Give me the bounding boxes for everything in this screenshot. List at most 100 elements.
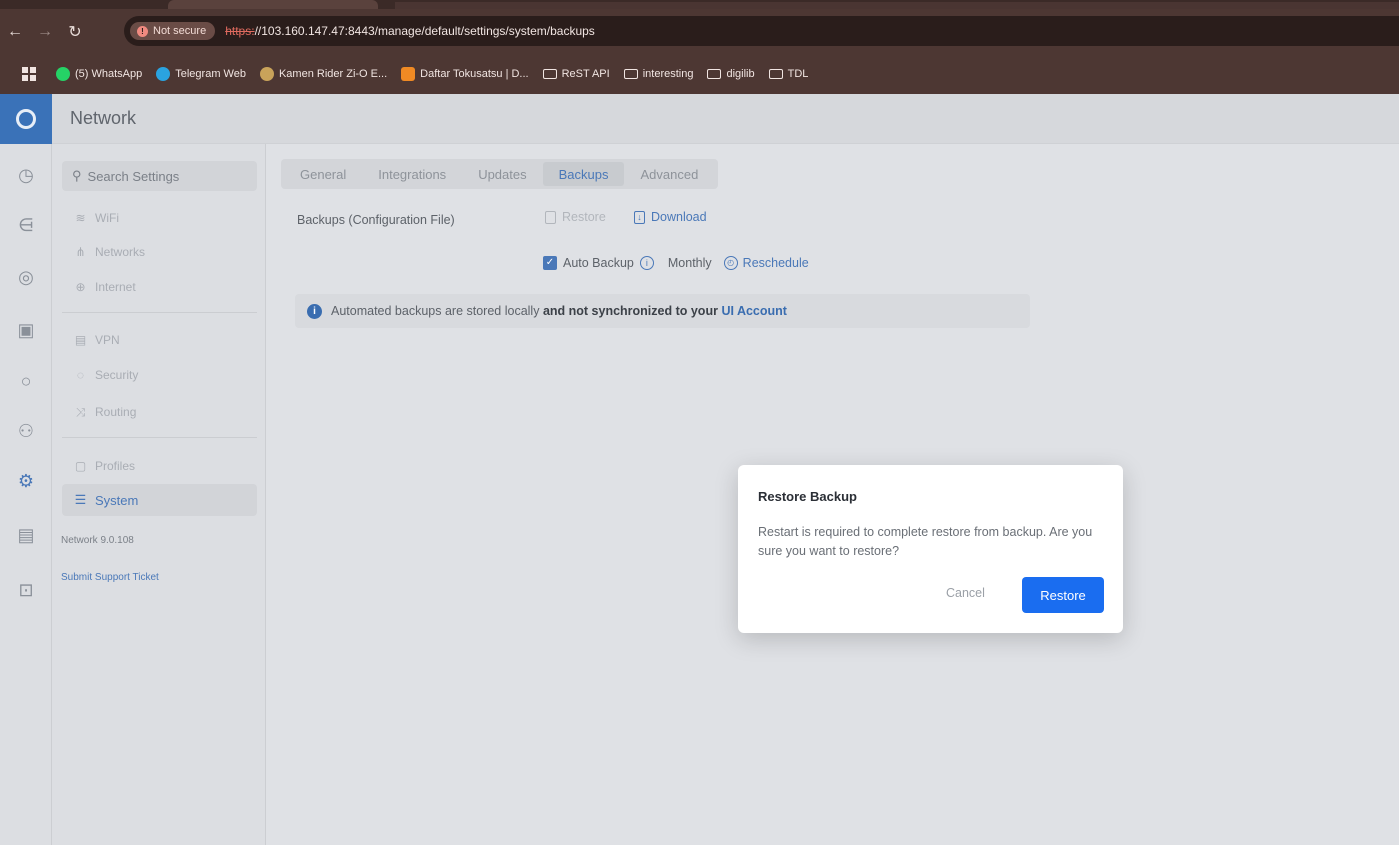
- clients-icon[interactable]: ▣: [15, 319, 37, 341]
- download-icon: ↓: [634, 210, 645, 224]
- logs-icon[interactable]: ▤: [15, 524, 37, 546]
- sidebar-item-label: Security: [95, 368, 139, 382]
- bookmark-telegram[interactable]: Telegram Web: [156, 67, 246, 81]
- dialog-message: Restart is required to complete restore …: [758, 525, 1093, 558]
- cancel-button[interactable]: Cancel: [946, 586, 985, 600]
- sidebar-item-label: Profiles: [95, 459, 136, 473]
- routing-icon: ⤨: [75, 404, 86, 419]
- settings-tabs: General Integrations Updates Backups Adv…: [281, 159, 718, 189]
- search-icon: ⚲: [72, 168, 82, 183]
- info-icon[interactable]: i: [639, 256, 654, 270]
- file-icon: [545, 210, 556, 224]
- reload-icon[interactable]: ↻: [60, 22, 90, 42]
- reschedule-button[interactable]: ◴ Reschedule: [723, 256, 809, 270]
- settings-sidebar: ⚲ Search Settings ≋ WiFi ⋔ Networks ⊕ Inter…: [52, 144, 266, 845]
- sidebar-item-label: WiFi: [95, 211, 119, 225]
- shield-icon: ◌: [76, 368, 85, 382]
- tab-advanced[interactable]: Advanced: [624, 162, 714, 186]
- tab-general[interactable]: General: [284, 162, 362, 186]
- browser-tab[interactable]: [168, 0, 378, 9]
- notice-text-bold: and not synchronized to your: [542, 304, 718, 318]
- security-indicator[interactable]: ! Not secure: [130, 22, 216, 40]
- url-path: //103.160.147.47:8443/manage/default/set…: [254, 24, 595, 38]
- search-placeholder: Search Settings: [87, 168, 180, 184]
- sidebar-item-networks[interactable]: ⋔ Networks: [62, 236, 257, 268]
- settings-gear-icon[interactable]: ⚙: [15, 470, 37, 492]
- submit-support-ticket-link[interactable]: Submit Support Ticket: [61, 572, 159, 583]
- app-nav-rail: ◷ ⋳ ◎ ▣ ○ ⚇ ⚙ ▤ ⊡: [0, 144, 52, 845]
- reschedule-label: Reschedule: [742, 256, 809, 270]
- bookmark-folder-rest-api[interactable]: ReST API: [542, 68, 610, 80]
- bookmark-label: Kamen Rider Zi-O E...: [278, 68, 388, 80]
- tab-updates[interactable]: Updates: [462, 162, 542, 186]
- forward-arrow-icon[interactable]: →: [30, 23, 60, 41]
- bookmark-folder-interesting[interactable]: interesting: [623, 68, 694, 80]
- restore-backup-dialog: Restore Backup Restart is required to co…: [738, 465, 1123, 633]
- confirm-restore-button[interactable]: Restore: [1022, 577, 1104, 613]
- bookmark-label: Daftar Tokusatsu | D...: [420, 68, 529, 80]
- bookmark-whatsapp[interactable]: (5) WhatsApp: [56, 67, 142, 81]
- server-icon: ☰: [74, 492, 87, 507]
- sidebar-item-profiles[interactable]: ▢ Profiles: [62, 450, 257, 482]
- insights-icon[interactable]: ○: [15, 370, 37, 392]
- browser-tab[interactable]: [395, 2, 1399, 9]
- sidebar-item-wifi[interactable]: ≋ WiFi: [62, 202, 257, 234]
- restore-button[interactable]: Restore: [545, 210, 606, 224]
- version-label: Network 9.0.108: [61, 535, 134, 546]
- sidebar-item-label: Networks: [95, 245, 146, 259]
- bookmark-folder-tdl[interactable]: TDL: [768, 68, 809, 80]
- bookmark-folder-digilib[interactable]: digilib: [707, 68, 755, 80]
- sidebar-item-system[interactable]: ☰ System: [62, 484, 257, 516]
- users-icon[interactable]: ⚇: [15, 420, 37, 442]
- security-label: Not secure: [153, 25, 207, 37]
- bookmark-label: TDL: [787, 68, 809, 80]
- vpn-icon: ▤: [74, 333, 87, 347]
- bookmark-label: digilib: [726, 68, 755, 80]
- auto-backup-checkbox[interactable]: ✓: [543, 256, 557, 270]
- networks-icon: ⋔: [75, 245, 86, 259]
- backup-notice: i Automated backups are stored locally a…: [295, 294, 1030, 328]
- dashboard-icon[interactable]: ◷: [15, 164, 37, 186]
- folder-icon: [707, 69, 722, 79]
- whatsapp-icon: [56, 67, 70, 81]
- sidebar-item-vpn[interactable]: ▤ VPN: [62, 324, 257, 356]
- globe-icon: ⊕: [75, 280, 86, 294]
- ui-account-link[interactable]: UI Account: [721, 304, 787, 318]
- back-arrow-icon[interactable]: ←: [0, 23, 30, 41]
- search-settings-input[interactable]: ⚲ Search Settings: [62, 161, 257, 191]
- warning-icon: !: [137, 25, 148, 37]
- download-label: Download: [651, 210, 707, 224]
- kamen-rider-icon: [259, 67, 274, 81]
- sidebar-item-label: Internet: [95, 280, 136, 294]
- devices-icon[interactable]: ◎: [15, 266, 37, 288]
- apps-grid-icon[interactable]: [22, 67, 36, 81]
- notice-text-plain: Automated backups are stored locally: [331, 304, 540, 318]
- support-icon[interactable]: ⊡: [15, 579, 37, 601]
- notice-text: Automated backups are stored locally and…: [331, 304, 787, 318]
- bookmark-daftar-tokusatsu[interactable]: Daftar Tokusatsu | D...: [401, 67, 529, 81]
- sidebar-item-label: Routing: [95, 405, 137, 419]
- bookmark-kamen-rider[interactable]: Kamen Rider Zi-O E...: [259, 67, 388, 81]
- bookmarks-bar: (5) WhatsApp Telegram Web Kamen Rider Zi…: [0, 54, 1399, 94]
- page-title: Network: [70, 108, 137, 128]
- bookmark-label: (5) WhatsApp: [75, 68, 143, 80]
- folder-icon: [623, 69, 638, 79]
- sidebar-item-routing[interactable]: ⤨ Routing: [62, 396, 257, 428]
- topology-icon[interactable]: ⋳: [15, 214, 37, 236]
- sidebar-item-internet[interactable]: ⊕ Internet: [62, 271, 257, 303]
- dialog-title: Restore Backup: [758, 489, 857, 504]
- app-logo[interactable]: [0, 94, 52, 144]
- browser-tabstrip: [0, 0, 1399, 9]
- logo-ring-icon: [16, 109, 36, 129]
- bookmark-label: interesting: [642, 68, 694, 80]
- tab-backups[interactable]: Backups: [542, 162, 625, 186]
- url-scheme: https:: [225, 24, 255, 38]
- tab-integrations[interactable]: Integrations: [362, 162, 462, 186]
- sidebar-divider: [62, 312, 257, 313]
- sidebar-item-security[interactable]: ◌ Security: [62, 359, 257, 391]
- folder-icon: [542, 69, 557, 79]
- browser-toolbar: ← → ↻ ! Not secure https://103.160.147.4…: [0, 9, 1399, 54]
- download-button[interactable]: ↓ Download: [634, 210, 707, 224]
- url-text[interactable]: https://103.160.147.47:8443/manage/defau…: [225, 24, 595, 38]
- address-bar[interactable]: ! Not secure https://103.160.147.47:8443…: [124, 16, 1399, 46]
